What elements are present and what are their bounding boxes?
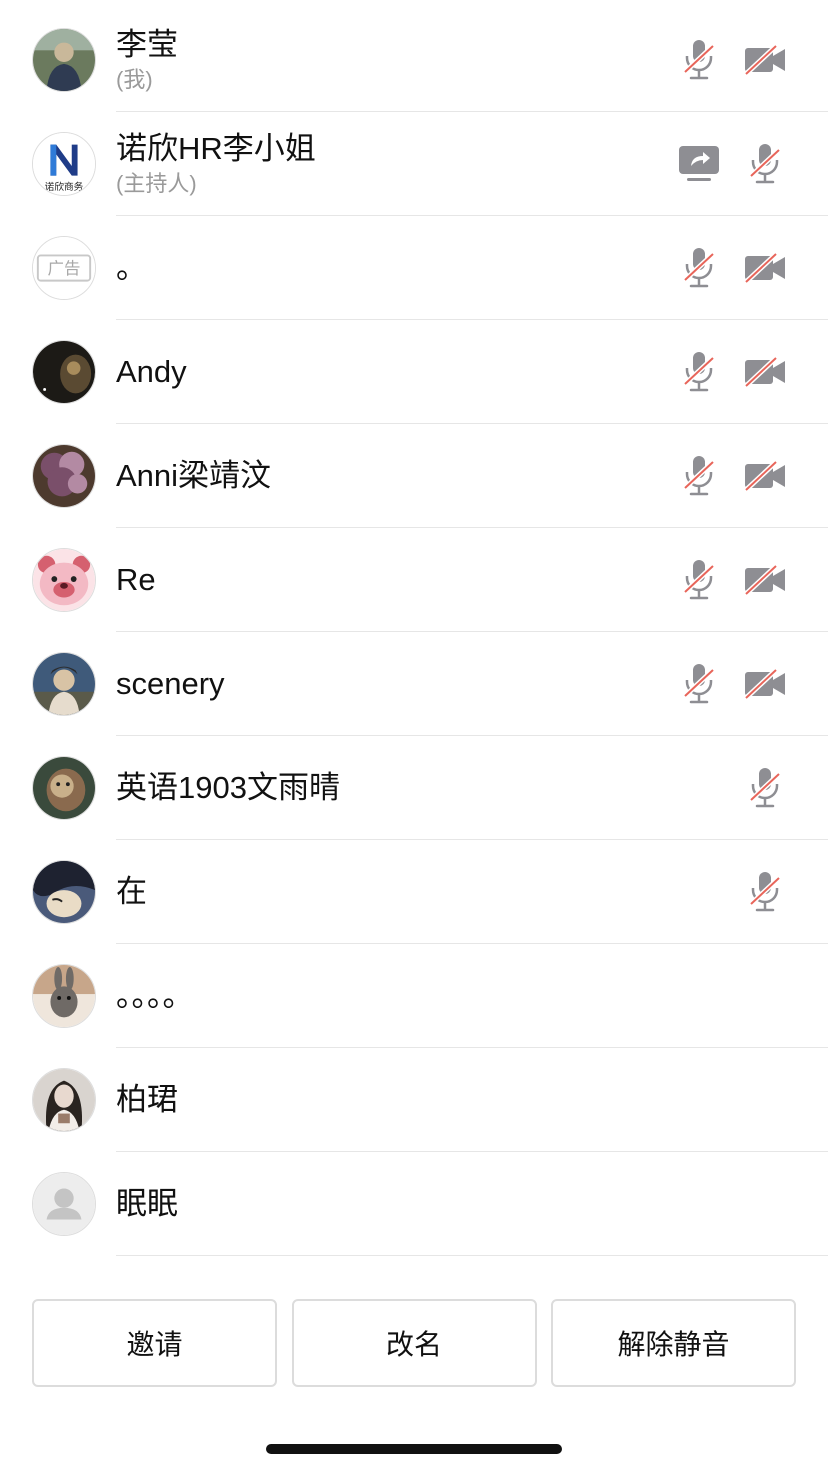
participant-name: 眠眠: [116, 1186, 178, 1221]
avatar-logo-caption: 诺欣商务: [45, 180, 84, 193]
participant-role: (主持人): [116, 171, 197, 196]
participant-status-icons: [732, 840, 798, 944]
row-divider: [116, 1255, 828, 1256]
mic-muted-icon: [666, 36, 732, 84]
rename-button[interactable]: 改名: [291, 1299, 537, 1387]
mic-muted-icon: [666, 660, 732, 708]
mic-muted-icon: [732, 764, 798, 812]
participant-list: 李莹 (我) 诺欣商务 诺欣HR李小姐 (主持人) 广告 。 Andy Anni…: [0, 8, 828, 1256]
avatar: [32, 652, 96, 716]
mic-muted-icon: [666, 556, 732, 604]
participant-status-icons: [666, 216, 798, 320]
participant-name: 。。。。: [116, 978, 194, 1013]
participant-row[interactable]: Re: [0, 528, 828, 632]
camera-off-icon: [732, 244, 798, 292]
action-bar: 邀请 改名 解除静音: [32, 1299, 796, 1387]
participant-row[interactable]: 诺欣商务 诺欣HR李小姐 (主持人): [0, 112, 828, 216]
screen-share-icon: [666, 140, 732, 188]
participant-status-icons: [666, 320, 798, 424]
camera-off-icon: [732, 36, 798, 84]
participant-name-block: 眠眠: [116, 1152, 178, 1256]
avatar-badge-text: 广告: [48, 259, 81, 278]
participant-name: 李莹: [116, 27, 178, 62]
participant-name: 柏珺: [116, 1082, 178, 1117]
participant-row[interactable]: 眠眠: [0, 1152, 828, 1256]
participant-name-block: 英语1903文雨晴: [116, 736, 340, 840]
participant-name: Anni梁靖汶: [116, 458, 272, 493]
mic-muted-icon: [666, 452, 732, 500]
mic-muted-icon: [732, 140, 798, 188]
avatar: [32, 964, 96, 1028]
participant-name: Re: [116, 562, 156, 597]
avatar: 诺欣商务: [32, 132, 96, 196]
participant-row[interactable]: scenery: [0, 632, 828, 736]
avatar: [32, 756, 96, 820]
participant-name-block: 柏珺: [116, 1048, 178, 1152]
mic-muted-icon: [666, 244, 732, 292]
camera-off-icon: [732, 556, 798, 604]
participant-name: scenery: [116, 666, 225, 701]
participant-name: 英语1903文雨晴: [116, 770, 340, 805]
participant-role: (我): [116, 67, 153, 92]
participant-name-block: 诺欣HR李小姐 (主持人): [116, 112, 316, 216]
avatar: [32, 1068, 96, 1132]
participant-name-block: Anni梁靖汶: [116, 424, 271, 528]
avatar: [32, 860, 96, 924]
avatar: [32, 28, 96, 92]
participant-name: Andy: [116, 354, 187, 389]
unmute-button[interactable]: 解除静音: [551, 1299, 796, 1387]
participant-status-icons: [666, 424, 798, 528]
participant-name: 在: [116, 874, 147, 909]
participant-name-block: Andy: [116, 320, 187, 424]
participant-row[interactable]: Andy: [0, 320, 828, 424]
participant-name-block: 在: [116, 840, 147, 944]
avatar: [32, 1172, 96, 1236]
mic-muted-icon: [732, 868, 798, 916]
participant-name-block: 。: [116, 216, 147, 320]
participant-row[interactable]: 英语1903文雨晴: [0, 736, 828, 840]
avatar: [32, 444, 96, 508]
participant-status-icons: [666, 528, 798, 632]
home-indicator: [266, 1444, 562, 1454]
participant-row[interactable]: 。。。。: [0, 944, 828, 1048]
participant-status-icons: [666, 632, 798, 736]
participant-status-icons: [732, 736, 798, 840]
participant-row[interactable]: 广告 。: [0, 216, 828, 320]
camera-off-icon: [732, 452, 798, 500]
invite-button[interactable]: 邀请: [32, 1299, 277, 1387]
camera-off-icon: [732, 660, 798, 708]
participant-row[interactable]: 李莹 (我): [0, 8, 828, 112]
avatar: [32, 340, 96, 404]
avatar: [32, 548, 96, 612]
participant-name-block: Re: [116, 528, 156, 632]
participant-name-block: scenery: [116, 632, 225, 736]
mic-muted-icon: [666, 348, 732, 396]
participant-name: 。: [116, 250, 147, 285]
avatar: 广告: [32, 236, 96, 300]
participant-row[interactable]: Anni梁靖汶: [0, 424, 828, 528]
participant-row[interactable]: 在: [0, 840, 828, 944]
participant-name: 诺欣HR李小姐: [116, 131, 316, 166]
participant-row[interactable]: 柏珺: [0, 1048, 828, 1152]
participant-status-icons: [666, 112, 798, 216]
participant-status-icons: [666, 8, 798, 112]
camera-off-icon: [732, 348, 798, 396]
participant-name-block: 。。。。: [116, 944, 194, 1048]
participant-name-block: 李莹 (我): [116, 8, 178, 112]
